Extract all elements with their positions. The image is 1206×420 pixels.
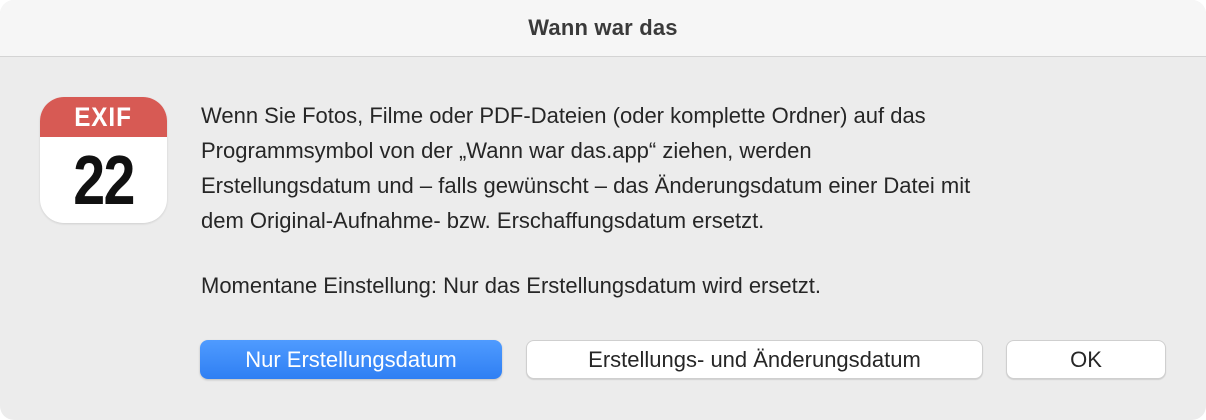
message-line: dem Original-Aufnahme- bzw. Erschaffungs… (201, 208, 765, 233)
exif-calendar-icon: EXIF 22 (40, 97, 167, 223)
calendar-day-number: 22 (73, 141, 135, 219)
dialog-window: Wann war das EXIF 22 Wenn Sie Fotos, Fil… (0, 0, 1206, 420)
creation-date-only-button[interactable]: Nur Erstellungsdatum (200, 340, 502, 379)
exif-label: EXIF (74, 101, 133, 132)
message-text: Wenn Sie Fotos, Filme oder PDF-Dateien (… (201, 98, 1181, 238)
title-bar[interactable]: Wann war das (0, 0, 1206, 57)
ok-button[interactable]: OK (1006, 340, 1166, 379)
window-title: Wann war das (528, 15, 678, 40)
message-line: Programmsymbol von der „Wann war das.app… (201, 138, 812, 163)
current-setting-text: Momentane Einstellung: Nur das Erstellun… (201, 273, 821, 298)
message-line: Wenn Sie Fotos, Filme oder PDF-Dateien (… (201, 103, 926, 128)
calendar-header-band: EXIF (40, 97, 167, 137)
message-line: Erstellungsdatum und – falls gewünscht –… (201, 173, 971, 198)
creation-and-modification-date-button[interactable]: Erstellungs- und Änderungsdatum (526, 340, 983, 379)
